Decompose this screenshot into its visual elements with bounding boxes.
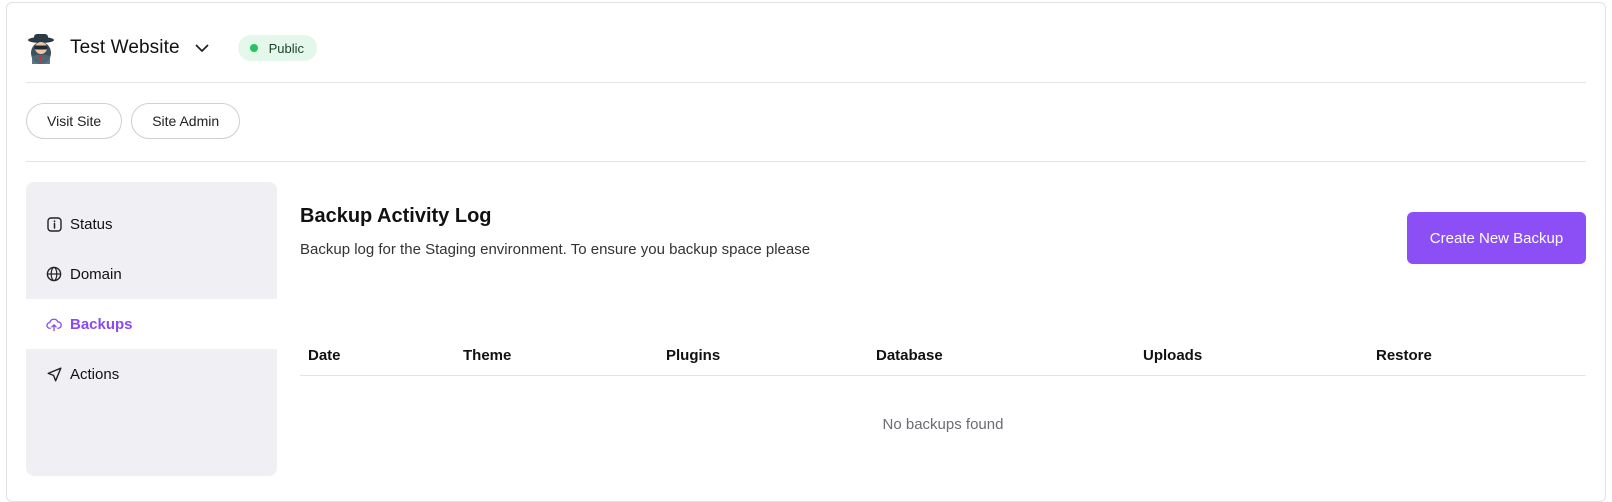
cloud-upload-icon bbox=[46, 316, 62, 332]
sidebar-item-label: Actions bbox=[70, 365, 120, 383]
site-links: Visit Site Site Admin bbox=[26, 103, 241, 139]
header-divider bbox=[26, 82, 1586, 83]
page-subtitle: Backup log for the Staging environment. … bbox=[300, 241, 811, 258]
sidebar: Status Domain Backups Actions bbox=[26, 182, 277, 476]
status-dot bbox=[249, 44, 258, 52]
column-header-date: Date bbox=[308, 347, 341, 364]
spy-avatar-icon bbox=[26, 31, 56, 65]
column-header-restore: Restore bbox=[1376, 347, 1432, 364]
sidebar-item-domain[interactable]: Domain bbox=[26, 249, 277, 299]
site-admin-button[interactable]: Site Admin bbox=[131, 103, 241, 139]
visit-site-button[interactable]: Visit Site bbox=[26, 103, 123, 139]
sidebar-item-status[interactable]: Status bbox=[26, 199, 277, 249]
column-header-database: Database bbox=[876, 347, 943, 364]
sidebar-item-label: Backups bbox=[70, 315, 133, 333]
create-new-backup-button[interactable]: Create New Backup bbox=[1407, 212, 1586, 264]
chevron-down-icon[interactable] bbox=[192, 38, 212, 58]
backups-table: Date Theme Plugins Database Uploads Rest… bbox=[300, 340, 1586, 433]
site-title: Test Website bbox=[70, 37, 180, 58]
sidebar-item-actions[interactable]: Actions bbox=[26, 349, 277, 399]
info-square-icon bbox=[46, 216, 62, 232]
sidebar-item-label: Status bbox=[70, 215, 113, 233]
send-icon bbox=[46, 366, 62, 382]
sidebar-item-backups[interactable]: Backups bbox=[26, 299, 277, 349]
column-header-uploads: Uploads bbox=[1143, 347, 1203, 364]
sidebar-item-label: Domain bbox=[70, 265, 122, 283]
visibility-badge: Public bbox=[237, 35, 318, 61]
links-divider bbox=[26, 161, 1586, 162]
globe-icon bbox=[46, 266, 62, 282]
table-header: Date Theme Plugins Database Uploads Rest… bbox=[300, 340, 1586, 376]
site-header: Test Website Public bbox=[26, 28, 318, 68]
column-header-plugins: Plugins bbox=[666, 347, 721, 364]
visibility-label: Public bbox=[268, 40, 305, 56]
empty-state-message: No backups found bbox=[882, 416, 1004, 433]
page-title: Backup Activity Log bbox=[300, 205, 492, 227]
column-header-theme: Theme bbox=[463, 347, 512, 364]
